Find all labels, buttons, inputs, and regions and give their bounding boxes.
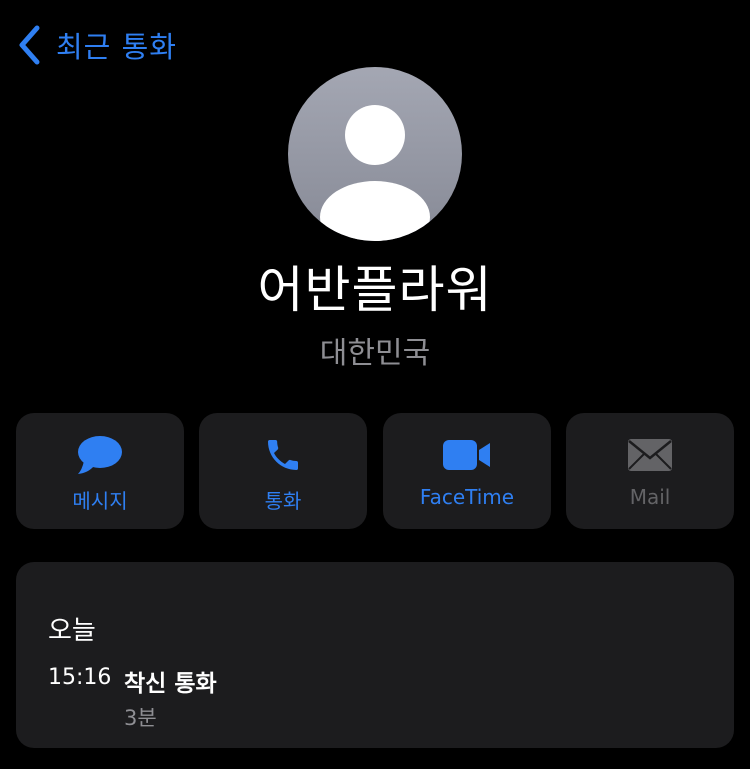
call-button[interactable]: 통화 bbox=[199, 413, 367, 529]
back-button[interactable]: 최근 통화 bbox=[16, 22, 177, 68]
message-button[interactable]: 메시지 bbox=[16, 413, 184, 529]
call-duration: 3분 bbox=[124, 706, 157, 730]
person-silhouette-icon bbox=[320, 105, 430, 241]
action-buttons: 메시지 통화 FaceTime Mail bbox=[16, 413, 734, 529]
call-type: 착신 통화 bbox=[124, 671, 217, 697]
call-history-card: 오늘 15:16 착신 통화 3분 bbox=[16, 562, 734, 748]
phone-icon bbox=[268, 440, 298, 470]
chevron-left-icon bbox=[19, 25, 40, 65]
video-camera-icon bbox=[443, 440, 490, 470]
call-button-label: 통화 bbox=[264, 489, 302, 513]
history-date-heading: 오늘 bbox=[48, 616, 96, 646]
back-button-label: 최근 통화 bbox=[56, 30, 177, 64]
message-bubble-icon bbox=[78, 436, 122, 474]
message-button-label: 메시지 bbox=[72, 489, 128, 513]
mail-button-label: Mail bbox=[629, 485, 671, 509]
call-time: 15:16 bbox=[48, 665, 112, 690]
envelope-icon bbox=[628, 439, 672, 471]
contact-name: 어반플라워 bbox=[257, 261, 493, 319]
contact-subtitle: 대한민국 bbox=[319, 336, 431, 371]
mail-button[interactable]: Mail bbox=[566, 413, 734, 529]
contact-avatar bbox=[288, 67, 462, 241]
facetime-button-label: FaceTime bbox=[419, 485, 515, 509]
facetime-button[interactable]: FaceTime bbox=[383, 413, 551, 529]
